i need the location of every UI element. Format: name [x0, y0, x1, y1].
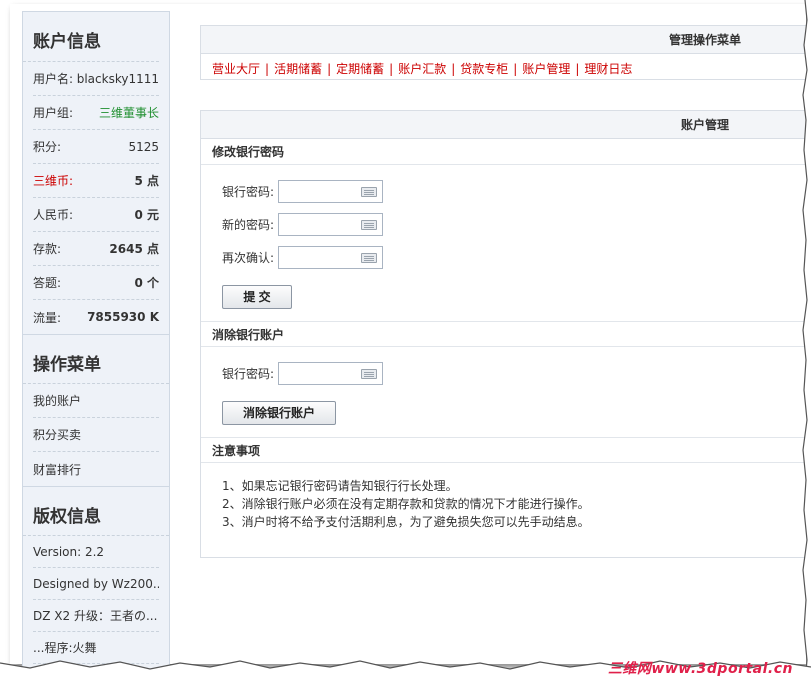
answers-value: 0 个 — [134, 276, 159, 290]
menu-link-finance-log[interactable]: 理财日志 — [584, 62, 632, 76]
confirm-password-label: 再次确认: — [222, 251, 275, 265]
deposit-value: 2645 点 — [109, 242, 159, 256]
info-row-coins: 三维币: 5 点 — [33, 164, 159, 198]
coins-value: 5 点 — [134, 174, 159, 188]
info-row-points: 积分: 5125 — [33, 130, 159, 164]
close-account-heading: 消除银行账户 — [201, 321, 811, 347]
submit-button[interactable]: 提 交 — [222, 285, 292, 309]
close-account-button[interactable]: 消除银行账户 — [222, 401, 336, 425]
torn-edge-right — [802, 0, 811, 683]
sidebar: 账户信息 用户名: blacksky1111 用户组: 三维董事长 积分: 51… — [22, 11, 170, 671]
manage-menu-title: 管理操作菜单 — [201, 26, 811, 54]
info-row-usergroup: 用户组: 三维董事长 — [33, 96, 159, 130]
info-row-username: 用户名: blacksky1111 — [33, 62, 159, 96]
keyboard-icon[interactable] — [361, 220, 377, 230]
keyboard-icon[interactable] — [361, 253, 377, 263]
close-password-input[interactable] — [278, 362, 383, 385]
account-manage-title: 账户管理 — [201, 111, 811, 139]
traffic-label: 流量: — [33, 310, 62, 325]
info-row-rmb: 人民币: 0 元 — [33, 198, 159, 232]
traffic-value: 7855930 K — [87, 310, 159, 324]
menu-separator: | — [327, 62, 332, 76]
manage-menu-links: 营业大厅 | 活期储蓄 | 定期储蓄 | 账户汇款 | 贷款专柜 | 账户管理 | 理财日志 — [201, 54, 811, 77]
close-password-row: 银行密码: — [201, 357, 811, 390]
close-password-label: 银行密码: — [222, 367, 275, 381]
upgrade-text: DZ X2 升级：王者の... — [33, 600, 159, 632]
points-label: 积分: — [33, 140, 62, 154]
account-manage-panel: 账户管理 修改银行密码 银行密码: 新的密码: 再次确认: 提 交 消除银行账户… — [200, 110, 811, 558]
sidebar-item-points-trade[interactable]: 积分买卖 — [33, 418, 159, 452]
menu-separator: | — [575, 62, 580, 76]
menu-separator: | — [451, 62, 456, 76]
designer-text: Designed by Wz200... — [33, 568, 159, 600]
info-row-traffic: 流量: 7855930 K — [33, 300, 159, 334]
manage-menu-panel: 管理操作菜单 营业大厅 | 活期储蓄 | 定期储蓄 | 账户汇款 | 贷款专柜 | 账户管理 | 理财日… — [200, 25, 811, 80]
new-password-input[interactable] — [278, 213, 383, 236]
info-row-deposit: 存款: 2645 点 — [33, 232, 159, 266]
info-row-answers: 答题: 0 个 — [33, 266, 159, 300]
rmb-label: 人民币: — [33, 208, 74, 222]
points-value: 5125 — [128, 139, 159, 154]
notes-list: 1、如果忘记银行密码请告知银行行长处理。 2、消除银行账户必须在没有定期存款和贷… — [201, 463, 811, 531]
menu-separator: | — [389, 62, 394, 76]
menu-link-fixed-savings[interactable]: 定期储蓄 — [336, 62, 384, 76]
menu-link-current-savings[interactable]: 活期储蓄 — [274, 62, 322, 76]
username-value: blacksky1111 — [76, 71, 159, 86]
note-item: 2、消除银行账户必须在没有定期存款和贷款的情况下才能进行操作。 — [222, 497, 590, 511]
username-label: 用户名: — [33, 72, 74, 86]
bank-password-label: 银行密码: — [222, 185, 275, 199]
account-info-title: 账户信息 — [23, 12, 159, 62]
keyboard-icon[interactable] — [361, 369, 377, 379]
menu-separator: | — [265, 62, 270, 76]
note-item: 3、消户时将不给予支付活期利息，为了避免损失您可以先手动结息。 — [222, 515, 590, 529]
version-text: Version: 2.2 — [33, 536, 159, 568]
answers-label: 答题: — [33, 276, 62, 290]
notes-heading: 注意事项 — [201, 437, 811, 463]
confirm-password-input[interactable] — [278, 246, 383, 269]
copyright-title: 版权信息 — [23, 486, 169, 536]
menu-link-remittance[interactable]: 账户汇款 — [398, 62, 446, 76]
keyboard-icon[interactable] — [361, 187, 377, 197]
menu-link-account-manage[interactable]: 账户管理 — [522, 62, 570, 76]
coins-label: 三维币: — [33, 174, 74, 188]
menu-link-hall[interactable]: 营业大厅 — [212, 62, 260, 76]
new-password-label: 新的密码: — [222, 218, 275, 232]
change-password-heading: 修改银行密码 — [201, 139, 811, 165]
new-password-row: 新的密码: — [201, 208, 811, 241]
usergroup-label: 用户组: — [33, 106, 74, 120]
menu-link-loans[interactable]: 贷款专柜 — [460, 62, 508, 76]
operation-menu-title: 操作菜单 — [23, 334, 169, 384]
deposit-label: 存款: — [33, 242, 62, 256]
confirm-password-row: 再次确认: — [201, 241, 811, 274]
sidebar-item-my-account[interactable]: 我的账户 — [33, 384, 159, 418]
menu-separator: | — [513, 62, 518, 76]
bank-password-input[interactable] — [278, 180, 383, 203]
bank-password-row: 银行密码: — [201, 175, 811, 208]
site-watermark: 三维网www.3dportal.cn — [607, 661, 793, 677]
rmb-value: 0 元 — [134, 208, 159, 222]
note-item: 1、如果忘记银行密码请告知银行行长处理。 — [222, 479, 458, 493]
usergroup-value: 三维董事长 — [98, 106, 159, 120]
sidebar-item-wealth-ranking[interactable]: 财富排行 — [33, 452, 159, 486]
